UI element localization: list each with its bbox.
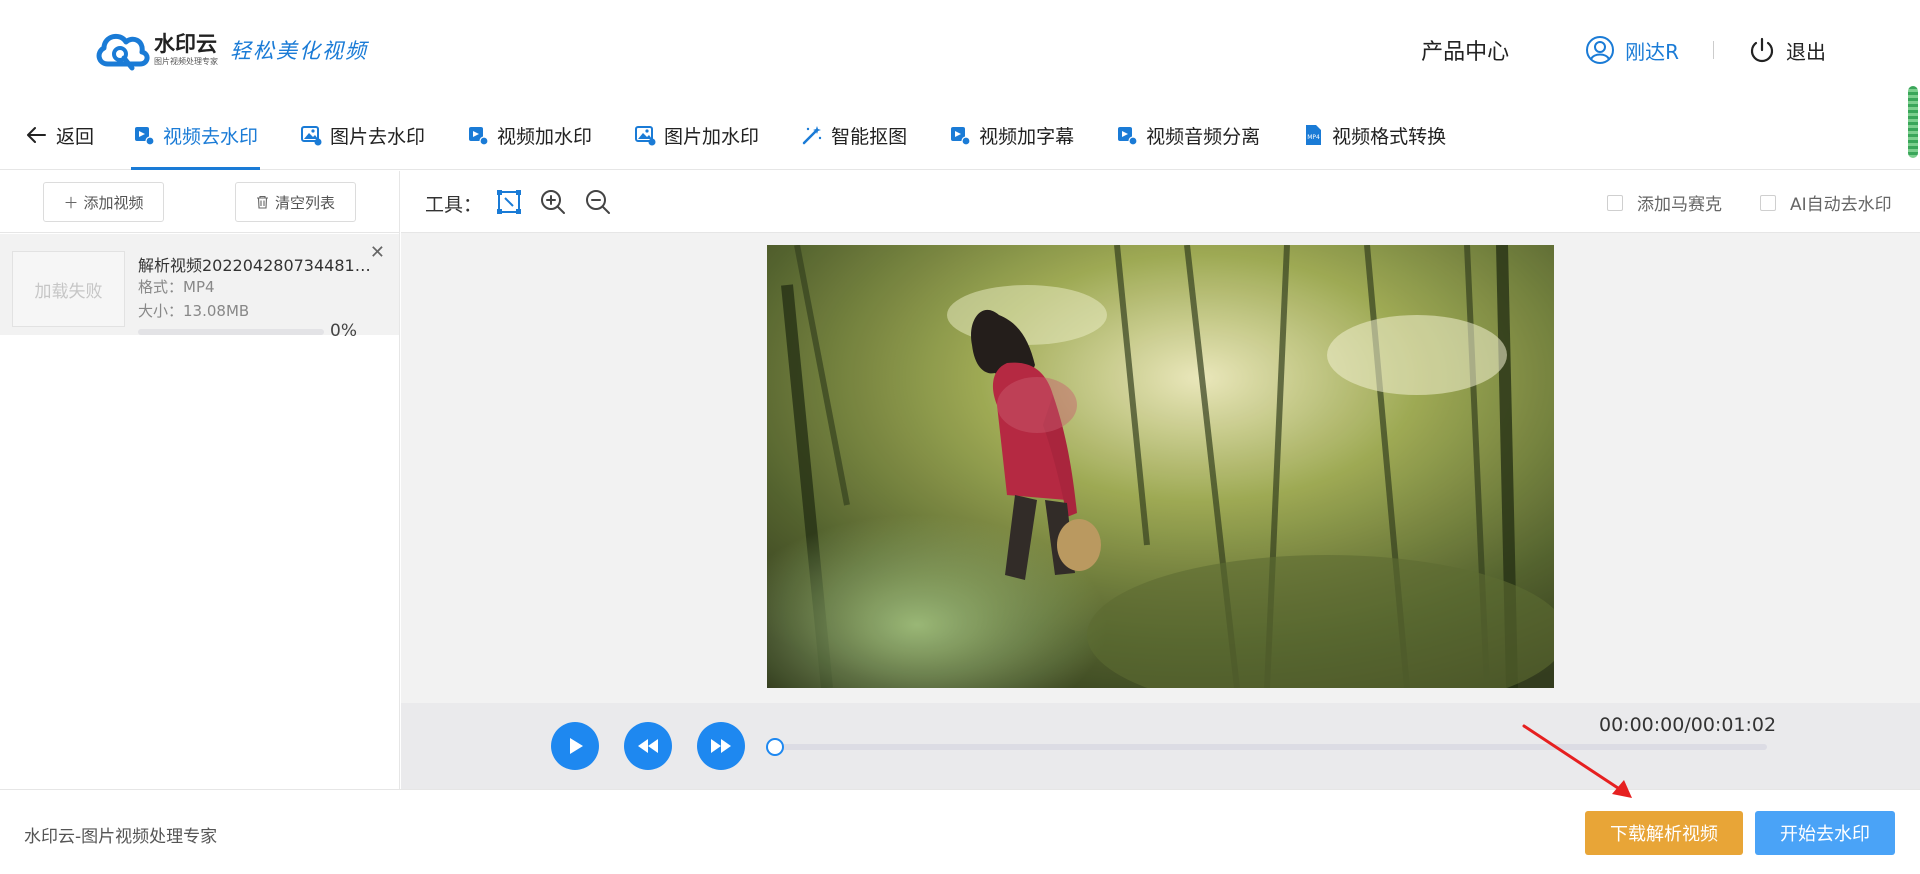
tab-label: 视频加水印 bbox=[497, 125, 593, 148]
add-mosaic-label: 添加马赛克 bbox=[1637, 195, 1722, 215]
plus-icon: ＋ bbox=[63, 193, 79, 212]
svg-text:MP4: MP4 bbox=[1307, 134, 1320, 141]
product-center-link[interactable]: 产品中心 bbox=[1421, 34, 1509, 66]
video-icon bbox=[1116, 124, 1146, 146]
seek-handle[interactable] bbox=[766, 738, 784, 756]
tab-7[interactable]: 视频音频分离 bbox=[1114, 100, 1262, 170]
footer: 水印云-图片视频处理专家 下载解析视频 开始去水印 bbox=[0, 789, 1920, 874]
back-button[interactable]: 返回 bbox=[26, 120, 94, 150]
zoom-in-icon[interactable] bbox=[539, 188, 567, 216]
file-name: 解析视频20220428073448157... bbox=[138, 256, 378, 275]
ai-remove-label: AI自动去水印 bbox=[1790, 195, 1892, 215]
editor-panel: 工具： 添加马赛克 AI自动去水印 00:00:00/00:01:02 bbox=[401, 171, 1920, 789]
clear-list-button[interactable]: 清空列表 bbox=[235, 182, 356, 222]
tabs: 视频去水印 图片去水印 视频加水印 图片加水印 智能抠图 视频加字幕 视频音频分离 MP4 视频… bbox=[131, 100, 1486, 170]
add-video-button[interactable]: ＋ 添加视频 bbox=[43, 182, 164, 222]
fast-forward-icon bbox=[711, 739, 731, 753]
play-icon bbox=[570, 738, 583, 754]
tab-4[interactable]: 图片加水印 bbox=[632, 100, 761, 170]
logout-label: 退出 bbox=[1786, 39, 1826, 64]
play-button[interactable] bbox=[551, 722, 599, 770]
video-thumbnail: 加载失败 bbox=[12, 251, 125, 327]
image-icon bbox=[300, 124, 330, 146]
header: 水印云 图片视频处理专家 轻松美化视频 产品中心 刚达R 退出 bbox=[0, 0, 1920, 100]
zoom-out-icon[interactable] bbox=[584, 188, 612, 216]
select-region-icon[interactable] bbox=[495, 188, 523, 216]
download-parsed-video-button[interactable]: 下载解析视频 bbox=[1585, 811, 1743, 855]
logo-name: 水印云 bbox=[154, 32, 217, 56]
user-icon bbox=[1586, 36, 1615, 64]
tab-label: 图片加水印 bbox=[664, 125, 760, 148]
player-controls: 00:00:00/00:01:02 bbox=[401, 703, 1920, 789]
logo-subtitle: 图片视频处理专家 bbox=[154, 57, 218, 66]
tab-label: 视频去水印 bbox=[163, 125, 259, 148]
timecode: 00:00:00/00:01:02 bbox=[1599, 714, 1777, 736]
tab-3[interactable]: 视频加水印 bbox=[465, 100, 594, 170]
footer-brand-text: 水印云-图片视频处理专家 bbox=[24, 827, 218, 847]
tab-8[interactable]: MP4 视频格式转换 bbox=[1300, 100, 1448, 170]
add-video-label: 添加视频 bbox=[83, 193, 144, 212]
file-size: 大小：13.08MB bbox=[138, 302, 250, 320]
tab-label: 图片去水印 bbox=[330, 125, 426, 148]
power-icon bbox=[1750, 37, 1774, 63]
add-mosaic-option[interactable]: 添加马赛克 bbox=[1607, 190, 1722, 215]
start-remove-watermark-button[interactable]: 开始去水印 bbox=[1755, 811, 1895, 855]
tools-bar: 工具： 添加马赛克 AI自动去水印 bbox=[401, 171, 1920, 233]
tab-5[interactable]: 智能抠图 bbox=[799, 100, 909, 170]
file-format: 格式：MP4 bbox=[138, 278, 215, 296]
file-list-panel: ＋ 添加视频 清空列表 加载失败 解析视频20220428073448157..… bbox=[0, 171, 400, 789]
clear-list-label: 清空列表 bbox=[274, 193, 335, 212]
arrow-left-icon bbox=[27, 127, 46, 143]
file-progress-text: 0% bbox=[330, 321, 357, 341]
video-preview[interactable] bbox=[767, 245, 1554, 688]
user-menu[interactable]: 刚达R bbox=[1585, 35, 1679, 65]
add-mosaic-checkbox[interactable] bbox=[1607, 194, 1623, 211]
seek-bar[interactable] bbox=[768, 744, 1767, 750]
tab-label: 智能抠图 bbox=[831, 125, 908, 148]
video-icon bbox=[133, 124, 163, 146]
rewind-button[interactable] bbox=[624, 722, 672, 770]
logo[interactable]: 水印云 图片视频处理专家 轻松美化视频 bbox=[94, 28, 368, 72]
tab-2[interactable]: 图片去水印 bbox=[298, 100, 427, 170]
tab-label: 视频加字幕 bbox=[979, 125, 1075, 148]
tool-tabs-bar: 返回 视频去水印 图片去水印 视频加水印 图片加水印 智能抠图 视频加字幕 视频音频分离 MP… bbox=[0, 100, 1920, 170]
tab-label: 视频格式转换 bbox=[1332, 125, 1447, 148]
ai-remove-checkbox[interactable] bbox=[1760, 194, 1776, 211]
tab-label: 视频音频分离 bbox=[1146, 125, 1261, 148]
mp4-file-icon: MP4 bbox=[1302, 124, 1332, 146]
video-icon bbox=[467, 124, 497, 146]
ai-remove-option[interactable]: AI自动去水印 bbox=[1760, 190, 1892, 215]
header-divider bbox=[1713, 41, 1714, 59]
close-icon[interactable]: ✕ bbox=[370, 242, 385, 263]
file-progress-bar bbox=[138, 329, 324, 335]
trash-icon bbox=[256, 195, 268, 209]
back-label: 返回 bbox=[56, 125, 95, 148]
username: 刚达R bbox=[1625, 39, 1679, 64]
logo-slogan: 轻松美化视频 bbox=[230, 39, 368, 63]
tools-label: 工具： bbox=[425, 194, 483, 216]
fast-forward-button[interactable] bbox=[697, 722, 745, 770]
tab-1[interactable]: 视频去水印 bbox=[131, 100, 261, 170]
magic-wand-icon bbox=[801, 124, 831, 146]
file-list-toolbar: ＋ 添加视频 清空列表 bbox=[0, 171, 399, 233]
rewind-icon bbox=[638, 739, 658, 753]
video-frame-image bbox=[767, 245, 1554, 688]
tab-6[interactable]: 视频加字幕 bbox=[947, 100, 1076, 170]
image-icon bbox=[634, 124, 664, 146]
logout-button[interactable]: 退出 bbox=[1748, 36, 1826, 65]
scrollbar-thumb[interactable] bbox=[1908, 86, 1918, 158]
video-icon bbox=[949, 124, 979, 146]
cloud-logo-icon bbox=[96, 33, 150, 71]
list-item[interactable]: 加载失败 解析视频20220428073448157... ✕ 格式：MP4 大… bbox=[0, 234, 399, 341]
